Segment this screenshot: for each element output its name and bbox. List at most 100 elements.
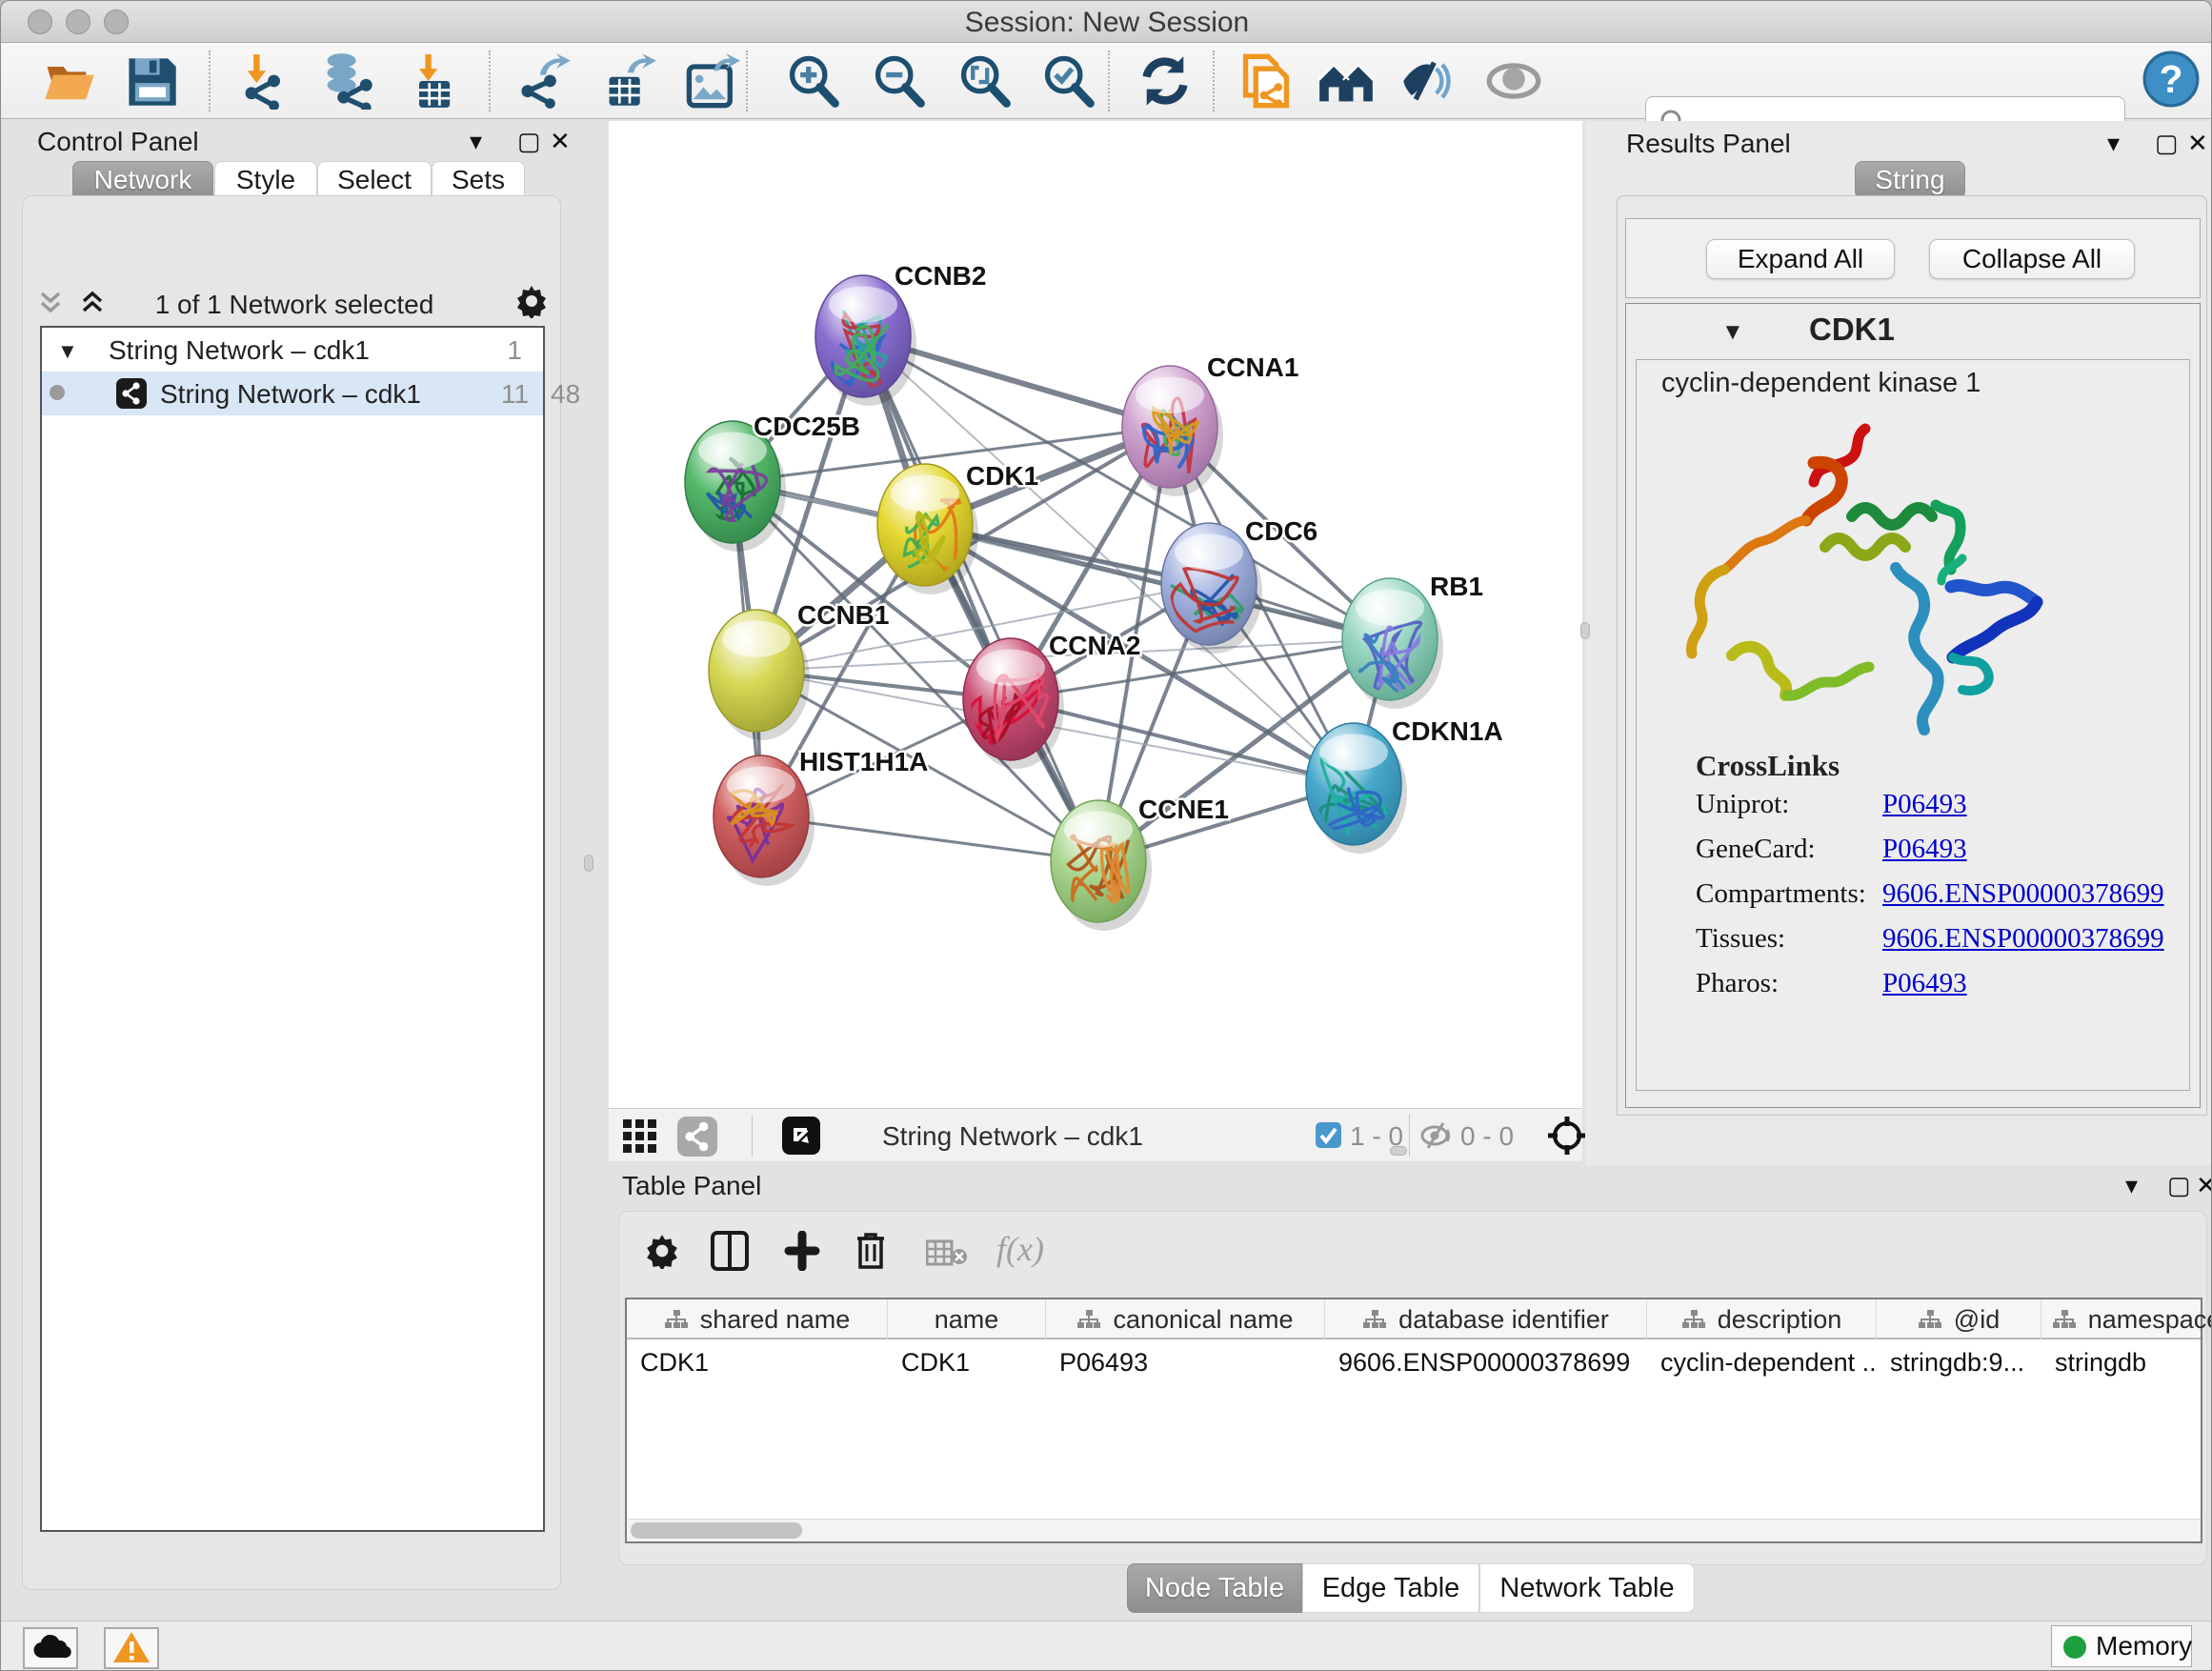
save-session-button[interactable] <box>123 52 180 110</box>
cloud-status-button[interactable] <box>23 1627 78 1669</box>
tab-sets[interactable]: Sets <box>432 161 525 199</box>
table-panel-menu-button[interactable]: ▾ <box>2125 1173 2138 1198</box>
export-table-button[interactable] <box>601 52 658 110</box>
results-panel-menu-button[interactable]: ▾ <box>2107 131 2120 155</box>
table-row[interactable]: CDK1CDK1P064939606.ENSP00000378699cyclin… <box>627 1341 2201 1385</box>
zoom-out-button[interactable] <box>870 52 927 110</box>
warnings-button[interactable] <box>104 1627 159 1669</box>
function-builder-button[interactable]: f(x) <box>996 1229 1044 1269</box>
cloud-icon <box>30 1633 72 1661</box>
tab-node-table[interactable]: Node Table <box>1127 1563 1302 1613</box>
crosslinks-list: Uniprot:P06493GeneCard:P06493Compartment… <box>1637 789 2189 1013</box>
show-hide-panels-button[interactable] <box>1399 52 1457 110</box>
tab-style[interactable]: Style <box>214 161 317 199</box>
crosslink-link[interactable]: P06493 <box>1882 789 1967 820</box>
birds-eye-view-button[interactable] <box>782 1117 820 1158</box>
column-header--id[interactable]: @id <box>1877 1299 2041 1339</box>
help-button[interactable]: ? <box>2142 50 2200 108</box>
refresh-button[interactable] <box>1136 52 1194 110</box>
string-results-body: Expand All Collapse All ▼ CDK1 cyclin-de… <box>1617 195 2207 1116</box>
column-header-description[interactable]: description <box>1647 1299 1877 1339</box>
collapse-triangle-icon[interactable]: ▼ <box>57 339 78 364</box>
column-header-shared-name[interactable]: shared name <box>627 1299 888 1339</box>
delete-table-button[interactable] <box>926 1238 968 1271</box>
expand-all-networks-button[interactable] <box>78 288 107 320</box>
tab-network-table[interactable]: Network Table <box>1479 1563 1695 1613</box>
check-icon <box>1316 1122 1341 1148</box>
collapse-all-button[interactable]: Collapse All <box>1929 239 2135 279</box>
table-header-row: shared namenamecanonical namedatabase id… <box>627 1299 2201 1339</box>
table-panel-float-button[interactable]: ▢ <box>2167 1173 2191 1198</box>
column-header-label: @id <box>1954 1305 2000 1335</box>
column-header-name[interactable]: name <box>888 1299 1046 1339</box>
left-splitter-handle[interactable] <box>584 855 593 872</box>
memory-button[interactable]: Memory <box>2051 1625 2192 1667</box>
network-collection-row[interactable]: ▼ String Network – cdk1 1 <box>42 328 543 372</box>
column-header-database-identifier[interactable]: database identifier <box>1325 1299 1647 1339</box>
table-cell[interactable]: 9606.ENSP00000378699 <box>1325 1341 1647 1385</box>
delete-column-button[interactable] <box>854 1231 888 1275</box>
tab-select[interactable]: Select <box>317 161 432 199</box>
network-graph[interactable]: CCNB2CCNA1CDC25BCDK1CDC6RB1CCNB1CCNA2CDK… <box>609 121 1582 1108</box>
right-splitter-handle[interactable] <box>1580 622 1590 639</box>
import-network-button[interactable] <box>237 52 294 110</box>
export-network-button[interactable] <box>515 52 573 110</box>
create-column-button[interactable] <box>783 1231 821 1275</box>
zoom-fit-button[interactable] <box>955 52 1013 110</box>
zoom-selected-button[interactable] <box>1039 52 1096 110</box>
table-cell[interactable]: CDK1 <box>627 1341 888 1385</box>
network-row[interactable]: String Network – cdk1 11 48 <box>42 372 543 415</box>
table-panel-close-button[interactable]: ✕ <box>2196 1173 2212 1198</box>
columns-icon <box>711 1231 749 1271</box>
crosslink-row: Tissues:9606.ENSP00000378699 <box>1637 923 2189 968</box>
column-header-canonical-name[interactable]: canonical name <box>1046 1299 1325 1339</box>
grid-view-button[interactable] <box>622 1118 658 1158</box>
external-arrow-icon <box>782 1117 820 1155</box>
results-panel-close-button[interactable]: ✕ <box>2187 131 2208 155</box>
houses-icon <box>1317 52 1375 110</box>
tab-string[interactable]: String <box>1855 161 1965 199</box>
grid-icon <box>622 1118 658 1155</box>
tab-network[interactable]: Network <box>72 161 213 199</box>
control-panel-menu-button[interactable]: ▾ <box>470 129 482 153</box>
expand-all-button[interactable]: Expand All <box>1706 239 1895 279</box>
zoom-in-button[interactable] <box>784 52 841 110</box>
network-canvas[interactable]: CCNB2CCNA1CDC25BCDK1CDC6RB1CCNB1CCNA2CDK… <box>609 121 1582 1108</box>
home-button[interactable] <box>1317 52 1375 110</box>
bottom-splitter-handle[interactable] <box>1390 1146 1407 1156</box>
table-cell[interactable]: stringdb:9... <box>1877 1341 2041 1385</box>
toolbar-separator <box>1409 1115 1410 1157</box>
toolbar-separator <box>752 1115 753 1157</box>
section-collapse-triangle-icon[interactable]: ▼ <box>1721 319 1744 346</box>
help-icon: ? <box>2142 50 2200 108</box>
collapse-all-networks-button[interactable] <box>36 288 65 320</box>
tab-edge-table[interactable]: Edge Table <box>1302 1563 1479 1613</box>
scrollbar-thumb[interactable] <box>631 1522 802 1539</box>
table-cell[interactable]: stringdb <box>2041 1341 2212 1385</box>
table-cell[interactable]: CDK1 <box>888 1341 1046 1385</box>
crosslink-link[interactable]: 9606.ENSP00000378699 <box>1882 923 2164 955</box>
network-options-gear-button[interactable] <box>514 284 549 322</box>
control-panel-float-button[interactable]: ▢ <box>517 129 541 153</box>
show-columns-button[interactable] <box>711 1231 749 1275</box>
zoom-fit-icon <box>955 52 1013 110</box>
table-options-gear-button[interactable] <box>644 1233 680 1273</box>
clone-network-button[interactable] <box>1237 52 1295 110</box>
network-icon-button[interactable] <box>677 1117 717 1160</box>
fit-selected-crosshair-button[interactable] <box>1546 1115 1588 1160</box>
crosslink-link[interactable]: 9606.ENSP00000378699 <box>1882 878 2164 910</box>
selected-checkbox[interactable] <box>1316 1122 1341 1148</box>
crosslink-link[interactable]: P06493 <box>1882 834 1967 865</box>
column-header-namespace[interactable]: namespace <box>2041 1299 2212 1339</box>
crosslink-link[interactable]: P06493 <box>1882 968 1967 999</box>
results-panel-float-button[interactable]: ▢ <box>2155 131 2179 155</box>
open-session-button[interactable] <box>41 52 98 110</box>
export-image-button[interactable] <box>683 52 740 110</box>
table-cell[interactable]: P06493 <box>1046 1341 1325 1385</box>
table-cell[interactable]: cyclin-dependent ... <box>1647 1341 1877 1385</box>
control-panel-close-button[interactable]: ✕ <box>550 129 571 153</box>
horizontal-scrollbar[interactable] <box>627 1519 2201 1541</box>
import-table-button[interactable] <box>405 52 462 110</box>
show-graphics-button[interactable] <box>1485 52 1542 110</box>
import-database-button[interactable] <box>319 52 376 110</box>
